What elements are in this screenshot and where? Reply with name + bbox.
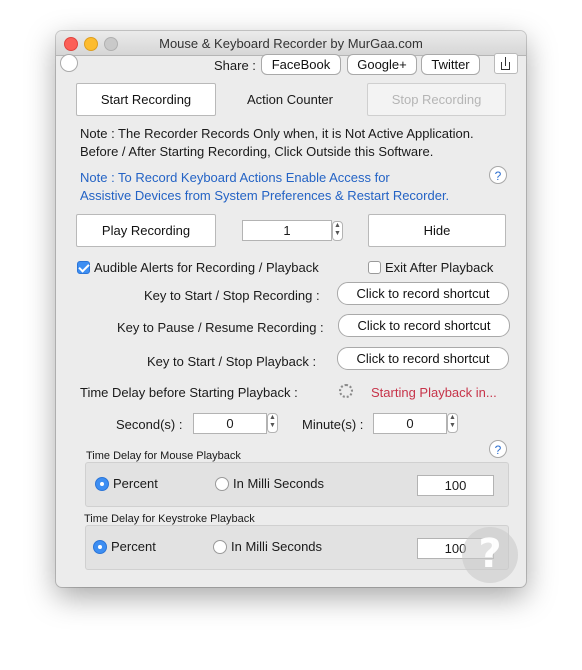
- keystroke-delay-group: Percent In Milli Seconds 100: [85, 525, 509, 570]
- keystroke-percent-radio[interactable]: [93, 540, 107, 554]
- share-icon[interactable]: [494, 53, 518, 74]
- seconds-label: Second(s) :: [116, 417, 183, 432]
- note-line-2: Before / After Starting Recording, Click…: [80, 144, 434, 159]
- twitter-button[interactable]: Twitter: [421, 54, 480, 75]
- record-shortcut-start-stop-playback-button[interactable]: Click to record shortcut: [337, 347, 509, 370]
- app-window: Mouse & Keyboard Recorder by MurGaa.com …: [56, 31, 526, 587]
- playback-status-text: Starting Playback in...: [371, 385, 497, 400]
- mouse-delay-group: Percent In Milli Seconds 100: [85, 462, 509, 507]
- accessibility-note-line-2: Assistive Devices from System Preference…: [80, 188, 450, 203]
- playback-count-stepper[interactable]: ▲ ▼: [332, 221, 343, 241]
- time-delay-label: Time Delay before Starting Playback :: [80, 385, 298, 400]
- share-label: Share :: [214, 58, 256, 73]
- watermark-logo: [462, 527, 518, 583]
- keystroke-delay-title: Time Delay for Keystroke Playback: [84, 513, 255, 525]
- minutes-stepper[interactable]: ▲ ▼: [447, 413, 458, 433]
- audible-alerts-checkbox[interactable]: [77, 261, 90, 274]
- accessibility-note-line-1: Note : To Record Keyboard Actions Enable…: [80, 170, 390, 185]
- start-recording-button[interactable]: Start Recording: [76, 83, 216, 116]
- shortcut-label-pause-resume-recording: Key to Pause / Resume Recording :: [117, 320, 324, 335]
- stop-recording-button[interactable]: Stop Recording: [367, 83, 506, 116]
- keystroke-percent-label: Percent: [111, 539, 156, 554]
- window-title: Mouse & Keyboard Recorder by MurGaa.com: [159, 36, 423, 51]
- help-icon[interactable]: ?: [489, 166, 507, 184]
- mouse-percent-label: Percent: [113, 476, 158, 491]
- record-shortcut-start-stop-recording-button[interactable]: Click to record shortcut: [337, 282, 509, 305]
- facebook-button[interactable]: FaceBook: [261, 54, 341, 75]
- mouse-delay-input[interactable]: 100: [417, 475, 494, 496]
- delay-help-icon[interactable]: ?: [489, 440, 507, 458]
- play-recording-button[interactable]: Play Recording: [76, 214, 216, 247]
- record-shortcut-pause-resume-recording-button[interactable]: Click to record shortcut: [338, 314, 510, 337]
- minutes-label: Minute(s) :: [302, 417, 364, 432]
- hide-button[interactable]: Hide: [368, 214, 506, 247]
- googleplus-button[interactable]: Google+: [347, 54, 417, 75]
- note-line-1: Note : The Recorder Records Only when, i…: [80, 126, 474, 141]
- status-circle-icon: [60, 54, 78, 72]
- minutes-input[interactable]: 0: [373, 413, 447, 434]
- exit-after-playback-checkbox[interactable]: [368, 261, 381, 274]
- audible-alerts-label: Audible Alerts for Recording / Playback: [94, 260, 319, 275]
- loading-spinner-icon: [339, 384, 353, 398]
- mouse-milliseconds-label: In Milli Seconds: [233, 476, 325, 491]
- shortcut-label-start-stop-playback: Key to Start / Stop Playback :: [147, 354, 317, 369]
- mouse-percent-radio[interactable]: [95, 477, 109, 491]
- mouse-delay-title: Time Delay for Mouse Playback: [86, 450, 241, 462]
- exit-after-playback-label: Exit After Playback: [385, 260, 494, 275]
- action-counter-label: Action Counter: [247, 92, 333, 107]
- mouse-milliseconds-radio[interactable]: [215, 477, 229, 491]
- title-bar[interactable]: Mouse & Keyboard Recorder by MurGaa.com: [56, 31, 526, 56]
- playback-count-input[interactable]: 1: [242, 220, 332, 241]
- keystroke-milliseconds-label: In Milli Seconds: [231, 539, 323, 554]
- shortcut-label-start-stop-recording: Key to Start / Stop Recording :: [144, 288, 320, 303]
- keystroke-milliseconds-radio[interactable]: [213, 540, 227, 554]
- seconds-stepper[interactable]: ▲ ▼: [267, 413, 278, 433]
- seconds-input[interactable]: 0: [193, 413, 267, 434]
